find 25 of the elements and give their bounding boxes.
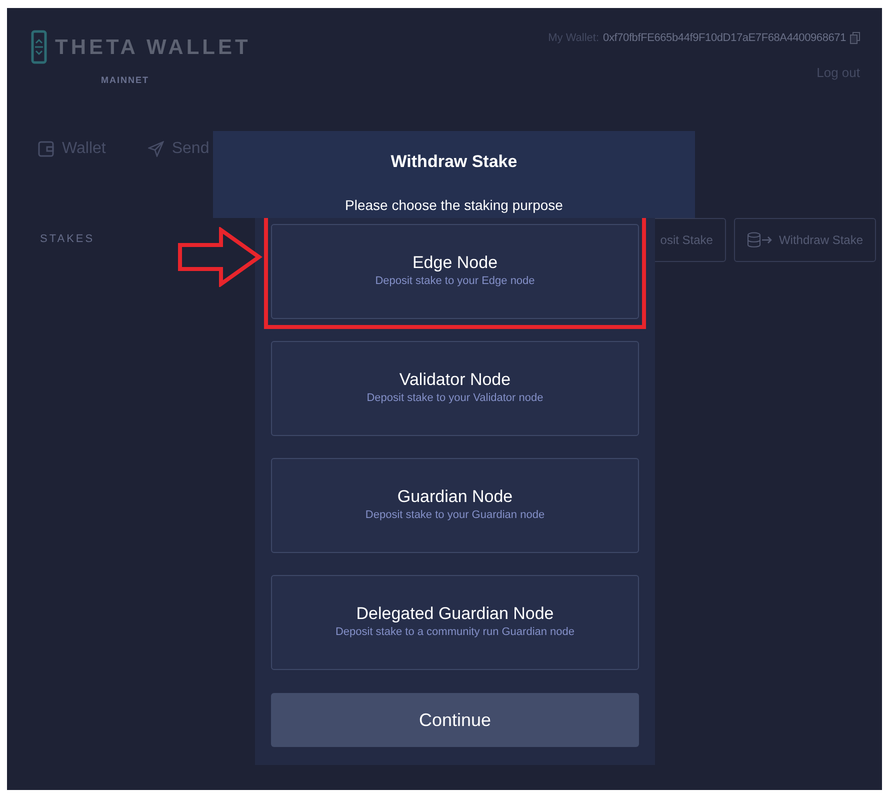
option-title: Validator Node (399, 370, 511, 390)
arrow-icon (177, 227, 263, 287)
option-title: Delegated Guardian Node (356, 604, 554, 624)
logo-text: THETA WALLET (55, 36, 251, 58)
logo-icon (31, 30, 47, 64)
option-description: Deposit stake to a community run Guardian node (335, 624, 575, 640)
option-card[interactable]: Delegated Guardian Node Deposit stake to a community run Guardian node (271, 575, 639, 670)
modal-title: Withdraw Stake (390, 151, 518, 173)
copy-icon[interactable] (850, 32, 860, 44)
continue-button[interactable]: Continue (271, 693, 639, 747)
option-title: Edge Node (412, 254, 498, 273)
option-card[interactable]: Edge Node Deposit stake to your Edge node (271, 224, 639, 319)
database-arrow-icon (746, 232, 773, 248)
option-description: Deposit stake to your Validator node (366, 390, 544, 406)
wallet-icon (38, 140, 54, 156)
option-title: Guardian Node (397, 488, 513, 507)
send-icon (148, 140, 164, 156)
option-card[interactable]: Guardian Node Deposit stake to your Guardian node (271, 458, 639, 553)
option-card[interactable]: Validator Node Deposit stake to your Validator node (271, 341, 639, 436)
wallet-address: 0xf70fbfFE665b44f9F10dD17aE7F68A4400968671 (603, 31, 846, 46)
section-title: STAKES (40, 232, 95, 248)
option-description: Deposit stake to your Guardian node (365, 508, 545, 523)
modal-subtitle: Please choose the staking purpose (344, 196, 564, 215)
network-label: MAINNET (101, 74, 150, 87)
option-description: Deposit stake to your Edge node (375, 274, 535, 289)
